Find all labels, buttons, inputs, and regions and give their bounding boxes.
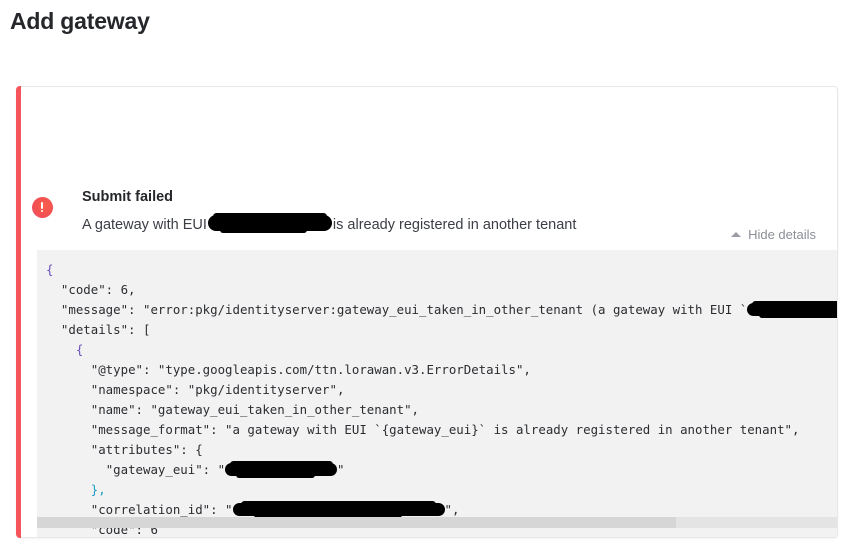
redacted-eui-value (207, 213, 332, 233)
code-block-horizontal-scrollbar[interactable] (37, 517, 837, 528)
submit-failed-alert-card: Submit failed A gateway with EUI is alrea… (16, 86, 838, 538)
code-line: "attributes": { (37, 440, 837, 460)
chevron-up-icon (731, 232, 742, 237)
hide-details-label: Hide details (748, 227, 816, 242)
alert-message-suffix: is already registered in another tenant (332, 217, 577, 233)
code-text: "correlation_id": " (90, 502, 233, 517)
code-text: "@type": "type.googleapis.com/ttn.lorawa… (90, 362, 531, 377)
code-line: { (37, 260, 837, 280)
error-details-code-block[interactable]: { "code": 6, "message": "error:pkg/ident… (37, 250, 837, 537)
code-text: { (46, 262, 54, 277)
redacted-value (225, 461, 338, 478)
code-text: "gateway_eui": " (105, 462, 226, 477)
code-text: }, (90, 482, 106, 497)
add-gateway-page: Add gateway Submit failed A gateway with… (0, 0, 854, 548)
alert-message: A gateway with EUI is already registered … (82, 213, 577, 233)
code-text: "code": 6, (60, 282, 136, 297)
code-text: "message": "error:pkg/identityserver:gat… (60, 302, 748, 317)
hide-details-toggle[interactable]: Hide details (731, 227, 816, 242)
code-line: "details": [ (37, 320, 837, 340)
redacted-value (747, 301, 837, 318)
alert-message-prefix: A gateway with EUI (82, 217, 207, 233)
code-line: "namespace": "pkg/identityserver", (37, 380, 837, 400)
code-line: "name": "gateway_eui_taken_in_other_tena… (37, 400, 837, 420)
alert-accent-bar (16, 86, 21, 538)
code-text: "name": "gateway_eui_taken_in_other_tena… (90, 402, 419, 417)
code-line: "code": 6, (37, 280, 837, 300)
code-text: "attributes": { (90, 442, 203, 457)
error-details-json: { "code": 6, "message": "error:pkg/ident… (37, 250, 837, 537)
page-title: Add gateway (10, 8, 150, 34)
code-line: }, (37, 480, 837, 500)
alert-title: Submit failed (82, 189, 174, 205)
code-line: { (37, 340, 837, 360)
code-text: "details": [ (60, 322, 151, 337)
code-line: "message": "error:pkg/identityserver:gat… (37, 300, 837, 320)
code-text: { (75, 342, 84, 357)
code-line: "@type": "type.googleapis.com/ttn.lorawa… (37, 360, 837, 380)
code-text: "message_format": "a gateway with EUI `{… (90, 422, 800, 437)
code-line: "gateway_eui": " " (37, 460, 837, 480)
redacted-value (232, 501, 445, 518)
error-exclamation-icon (32, 197, 53, 218)
code-text: "namespace": "pkg/identityserver", (90, 382, 345, 397)
code-text-tail: " (337, 462, 345, 477)
scrollbar-thumb[interactable] (37, 517, 677, 528)
code-line: "message_format": "a gateway with EUI `{… (37, 420, 837, 440)
code-text-tail: ", (444, 502, 460, 517)
